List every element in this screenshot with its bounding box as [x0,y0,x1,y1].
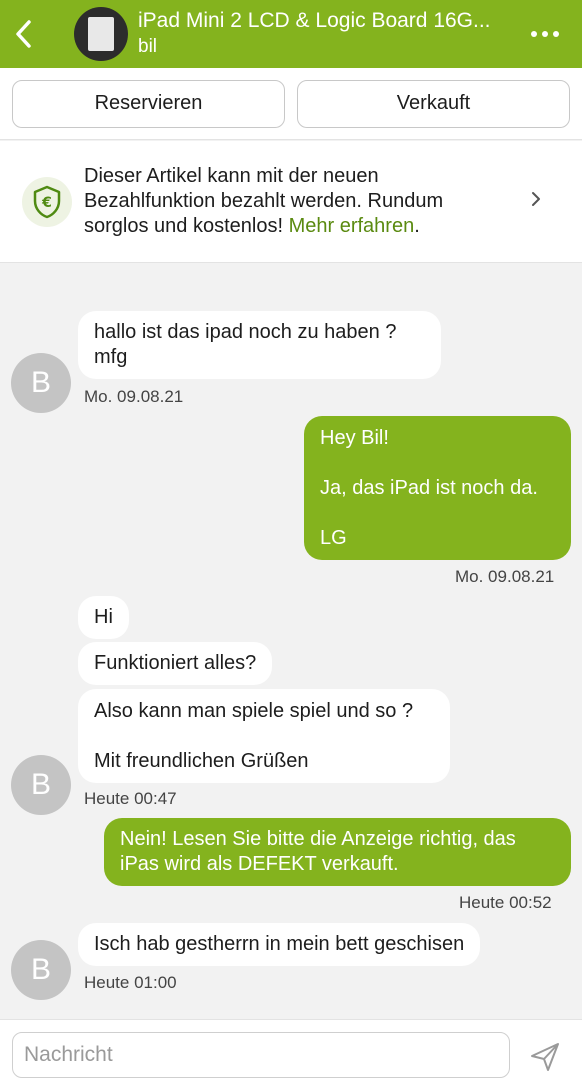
send-button[interactable] [528,1040,562,1074]
message-bubble[interactable]: Isch hab gestherrn in mein bett geschise… [78,923,481,966]
svg-text:€: € [41,195,52,211]
more-button[interactable] [520,0,570,68]
euro-shield-icon: € [22,176,72,227]
partner-name: bil [138,36,158,57]
learn-more-link[interactable]: Mehr erfahren [289,215,415,237]
avatar[interactable]: B [11,755,71,815]
message-composer [0,1019,582,1085]
message-bubble[interactable]: Hey Bil! Ja, das iPad ist noch da. LG [304,416,571,560]
action-bar: Reservieren Verkauft [0,68,582,140]
listing-title: iPad Mini 2 LCD & Logic Board 16G... [138,9,491,32]
top-bar: iPad Mini 2 LCD & Logic Board 16G... bil [0,0,582,68]
listing-thumbnail[interactable] [74,7,128,61]
timestamp: Heute 00:47 [84,789,177,808]
chevron-left-icon [16,20,31,48]
message-bubble[interactable]: Hi [78,596,129,639]
conversation-info[interactable]: iPad Mini 2 LCD & Logic Board 16G... bil [138,9,520,59]
more-horizontal-icon [531,31,559,37]
timestamp: Mo. 09.08.21 [84,387,184,406]
timestamp: Mo. 09.08.21 [455,567,555,586]
timestamp: Heute 00:52 [459,893,552,912]
reserve-button[interactable]: Reservieren [12,79,285,128]
send-icon [531,1043,559,1071]
message-bubble[interactable]: Also kann man spiele spiel und so ? Mit … [78,689,450,783]
message-bubble[interactable]: Nein! Lesen Sie bitte die Anzeige richti… [104,818,571,886]
back-button[interactable] [2,0,46,68]
timestamp: Heute 01:00 [84,973,177,992]
avatar[interactable]: B [11,353,71,413]
payment-promo-banner[interactable]: € Dieser Artikel kann mit der neuen Beza… [0,141,582,263]
promo-text: Dieser Artikel kann mit der neuen Bezahl… [84,165,444,237]
message-bubble[interactable]: hallo ist das ipad noch zu haben ? mfg [78,311,441,379]
message-input[interactable] [12,1032,510,1078]
chevron-right-icon [530,190,542,213]
sold-button[interactable]: Verkauft [297,79,570,128]
message-bubble[interactable]: Funktioniert alles? [78,642,273,685]
avatar[interactable]: B [11,940,71,1000]
